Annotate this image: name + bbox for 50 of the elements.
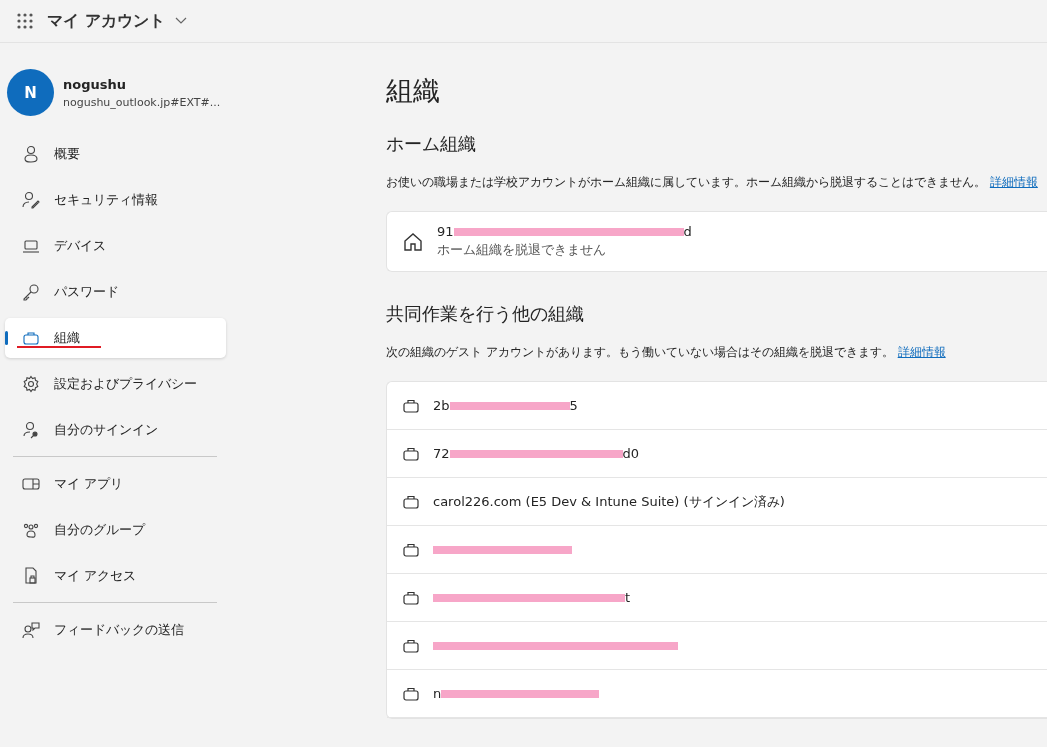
sidebar-item[interactable]: 組織 [5, 318, 226, 358]
laptop-icon [22, 237, 40, 255]
sidebar-item[interactable]: デバイス [5, 226, 226, 266]
section-heading: 共同作業を行う他の組織 [386, 302, 585, 326]
person-icon [22, 145, 40, 163]
learn-more-link[interactable]: 詳細情報 [989, 175, 1038, 189]
briefcase-icon [403, 590, 419, 605]
lock-document-icon [22, 567, 40, 585]
organization-row[interactable]: carol226.com (E5 Dev & Intune Suite) (サインイン済み) [387, 478, 1047, 526]
briefcase-icon [403, 638, 419, 653]
briefcase-icon [403, 398, 419, 413]
organization-row[interactable]: 2b 5 [387, 382, 1047, 430]
home-icon [403, 231, 423, 252]
sidebar-item[interactable]: 自分のサインイン [5, 410, 226, 450]
briefcase-icon [403, 494, 419, 509]
briefcase-icon [403, 542, 419, 557]
feedback-icon [22, 621, 40, 639]
avatar: N [7, 69, 54, 116]
app-title[interactable]: マイ アカウント [47, 10, 165, 32]
page-title: 組織 [386, 74, 441, 108]
sidebar-item[interactable]: セキュリティ情報 [5, 180, 226, 220]
settings-icon [22, 375, 40, 393]
organization-row[interactable]: t [387, 574, 1047, 622]
briefcase-icon [22, 329, 40, 347]
person-key-icon [22, 421, 40, 439]
organization-row[interactable]: n [387, 670, 1047, 718]
sidebar-item[interactable]: 自分のグループ [5, 510, 226, 550]
sidebar-item[interactable]: マイ アプリ [5, 464, 226, 504]
key-icon [22, 283, 40, 301]
sidebar-item[interactable]: パスワード [5, 272, 226, 312]
organization-id: 91 d [437, 224, 692, 239]
organization-row[interactable]: 72 d0 [387, 430, 1047, 478]
apps-icon [22, 475, 40, 493]
section-heading: ホーム組織 [386, 132, 477, 156]
learn-more-link[interactable]: 詳細情報 [897, 345, 946, 359]
sidebar-item[interactable]: フィードバックの送信 [5, 610, 226, 650]
person-pen-icon [22, 191, 40, 209]
sidebar-item[interactable]: マイ アクセス [5, 556, 226, 596]
sidebar-item[interactable]: 設定およびプライバシー [5, 364, 226, 404]
sidebar-item[interactable]: 概要 [5, 134, 226, 174]
user-name: nogushu [63, 76, 127, 92]
section-description: お使いの職場または学校アカウントがホーム組織に属しています。ホーム組織から脱退することはできません。 [386, 175, 986, 189]
people-icon [22, 521, 40, 539]
user-account: nogushu_outlook.jp#EXT#... [63, 95, 221, 109]
app-launcher-icon[interactable] [17, 13, 33, 29]
briefcase-icon [403, 686, 419, 701]
chevron-down-icon[interactable] [174, 17, 187, 25]
organization-note: ホーム組織を脱退できません [437, 241, 607, 259]
briefcase-icon [403, 446, 419, 461]
section-description: 次の組織のゲスト アカウントがあります。もう働いていない場合はその組織を脱退できます。 [386, 345, 894, 359]
